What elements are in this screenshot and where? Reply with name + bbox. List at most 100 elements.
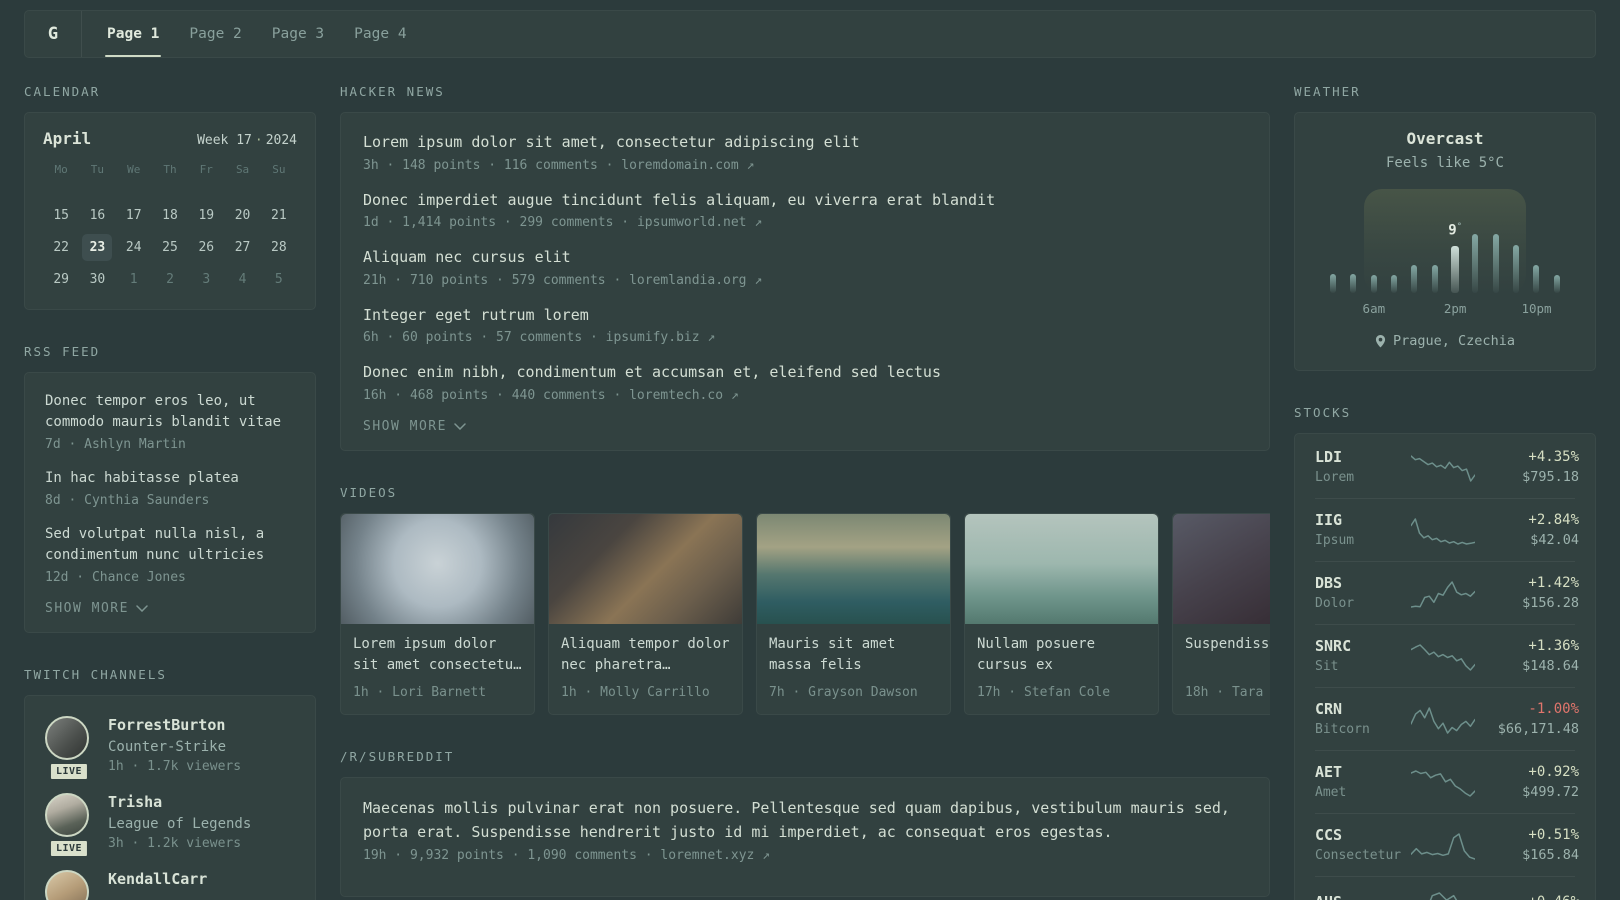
video-card[interactable]: Mauris sit amet massa felis 7h · Grayson…	[756, 512, 951, 715]
weather-location-text: Prague, Czechia	[1393, 333, 1515, 349]
weather-bar	[1411, 265, 1418, 293]
page-tab[interactable]: Page 1	[92, 11, 174, 57]
external-link-icon: ↗	[762, 847, 770, 863]
weather-section-label: WEATHER	[1294, 84, 1361, 99]
twitch-card: LIVE ForrestBurton Counter-Strike 1h · 1…	[24, 695, 316, 900]
calendar-day-number: 23	[82, 233, 113, 261]
stock-ticker[interactable]: DBS	[1315, 574, 1411, 592]
page-tab[interactable]: Page 3	[257, 11, 339, 57]
video-title[interactable]: Suspendisse diam	[1185, 634, 1270, 676]
stocks-card: LDI Lorem +4.35% $795.18 IIG Ipsum +2.84…	[1294, 433, 1596, 900]
twitch-channel-game: Counter-Strike	[108, 739, 227, 755]
stock-ticker[interactable]: LDI	[1315, 448, 1411, 466]
stock-change: +0.46%	[1475, 894, 1579, 900]
hackernews-item-domain-link[interactable]: loremlandia.org ↗	[629, 273, 762, 288]
avatar	[45, 716, 89, 760]
twitch-section-label: TWITCH CHANNELS	[24, 667, 167, 682]
stock-ticker[interactable]: IIG	[1315, 511, 1411, 529]
calendar-day-number: 5	[274, 271, 283, 287]
video-title[interactable]: Aliquam tempor dolor nec pharetra…	[561, 634, 730, 676]
rss-item-meta: 12d · Chance Jones	[45, 570, 186, 585]
hackernews-item: Donec imperdiet augue tincidunt felis al…	[363, 189, 1247, 231]
twitch-channel-row[interactable]: LIVE Trisha League of Legends 3h · 1.2k …	[45, 793, 295, 859]
twitch-channel-name[interactable]: KendallCarr	[108, 870, 207, 888]
page-tab[interactable]: Page 4	[339, 11, 421, 57]
twitch-avatar-wrap: LIVE	[45, 716, 93, 782]
stock-row: CRN Bitcorn -1.00% $66,171.48	[1315, 687, 1579, 750]
video-card[interactable]: Nullam posuere cursus ex 17h · Stefan Co…	[964, 512, 1159, 715]
hackernews-show-more-button[interactable]: SHOW MORE	[363, 419, 1247, 434]
map-pin-icon	[1375, 334, 1386, 348]
hackernews-item-domain: loremlandia.org	[629, 272, 747, 288]
hackernews-section-label: HACKER NEWS	[340, 84, 445, 99]
video-thumbnail	[341, 513, 534, 624]
twitch-channel-game: League of Legends	[108, 816, 252, 832]
video-title[interactable]: Mauris sit amet massa felis	[769, 634, 938, 676]
rss-item-title[interactable]: In hac habitasse platea	[45, 468, 295, 489]
twitch-channel-name[interactable]: Trisha	[108, 793, 251, 811]
twitch-channel-row[interactable]: LIVE ForrestBurton Counter-Strike 1h · 1…	[45, 716, 295, 782]
video-card[interactable]: Aliquam tempor dolor nec pharetra… 1h · …	[548, 512, 743, 715]
hackernews-item-title[interactable]: Donec enim nibh, condimentum et accumsan…	[363, 361, 1247, 384]
calendar-day: 29	[43, 263, 79, 295]
rss-show-more-button[interactable]: SHOW MORE	[45, 601, 295, 616]
stock-price: $42.04	[1530, 531, 1579, 548]
video-card[interactable]: Lorem ipsum dolor sit amet consectetu… 1…	[340, 512, 535, 715]
hackernews-item-domain-link[interactable]: loremtech.co ↗	[629, 388, 739, 403]
stock-symbol-block: AHS	[1315, 893, 1411, 900]
calendar-week: Week 17	[197, 133, 252, 148]
weather-bar-slot	[1547, 275, 1567, 293]
video-card[interactable]: Suspendisse diam 18h · Tara	[1172, 512, 1270, 715]
rss-widget: RSS FEED Donec tempor eros leo, ut commo…	[24, 344, 316, 633]
calendar-day: 26	[188, 231, 224, 263]
right-column: WEATHER Overcast Feels like 5°C 9° 6am 2p…	[1294, 58, 1596, 900]
page-tab[interactable]: Page 2	[174, 11, 256, 57]
hackernews-item-title[interactable]: Donec imperdiet augue tincidunt felis al…	[363, 189, 1247, 212]
rss-item-title[interactable]: Donec tempor eros leo, ut commodo mauris…	[45, 391, 295, 433]
hackernews-item-domain-link[interactable]: loremdomain.com ↗	[621, 158, 754, 173]
stock-ticker[interactable]: AET	[1315, 763, 1411, 781]
stock-ticker[interactable]: CRN	[1315, 700, 1411, 718]
app-logo[interactable]: G	[25, 11, 81, 57]
stock-price: $66,171.48	[1497, 720, 1579, 737]
weather-bar-slot	[1343, 274, 1363, 293]
subreddit-post-domain-link[interactable]: loremnet.xyz ↗	[660, 848, 770, 863]
subreddit-post-title[interactable]: Maecenas mollis pulvinar erat non posuer…	[363, 796, 1247, 844]
stock-ticker[interactable]: CCS	[1315, 826, 1411, 844]
stock-ticker[interactable]: AHS	[1315, 893, 1411, 900]
stock-name: Sit	[1315, 659, 1339, 674]
weather-bar	[1513, 245, 1520, 293]
twitch-channel-row[interactable]: LIVE KendallCarr	[45, 870, 295, 900]
rss-item-title[interactable]: Sed volutpat nulla nisl, a condimentum n…	[45, 524, 295, 566]
hackernews-item-title[interactable]: Integer eget rutrum lorem	[363, 304, 1247, 327]
hackernews-item-domain-link[interactable]: ipsumworld.net ↗	[637, 215, 762, 230]
weather-degree-icon: °	[1456, 222, 1463, 233]
rss-item-meta: 7d · Ashlyn Martin	[45, 437, 186, 452]
live-badge: LIVE	[47, 761, 91, 782]
subreddit-post-meta: 19h · 9,932 points · 1,090 comments · lo…	[363, 848, 1247, 863]
calendar-day-headers: Mo Tu We Th Fr Sa Su	[43, 163, 297, 184]
glance-dashboard: G Page 1 Page 2 Page 3 Page 4 CALENDAR A…	[0, 0, 1620, 900]
calendar-year: 2024	[265, 133, 297, 148]
twitch-channel-name[interactable]: ForrestBurton	[108, 716, 241, 734]
twitch-avatar-wrap: LIVE	[45, 870, 93, 900]
stock-change: +2.84%	[1528, 511, 1579, 528]
video-title[interactable]: Lorem ipsum dolor sit amet consectetu…	[353, 634, 522, 676]
hackernews-item-title[interactable]: Aliquam nec cursus elit	[363, 246, 1247, 269]
middle-column: HACKER NEWS Lorem ipsum dolor sit amet, …	[340, 58, 1270, 897]
twitch-channel-info: ForrestBurton Counter-Strike 1h · 1.7k v…	[108, 716, 241, 774]
stock-sparkline	[1411, 769, 1475, 797]
calendar-day: 21	[261, 199, 297, 231]
weather-time-labels: 6am 2pm 10pm	[1323, 301, 1567, 317]
hackernews-item: Integer eget rutrum lorem 6h · 60 points…	[363, 304, 1247, 346]
hackernews-item-domain-link[interactable]: ipsumify.biz ↗	[606, 330, 716, 345]
stock-row: IIG Ipsum +2.84% $42.04	[1315, 498, 1579, 561]
video-title[interactable]: Nullam posuere cursus ex	[977, 634, 1146, 676]
stock-change: -1.00%	[1528, 700, 1579, 717]
hackernews-item-title[interactable]: Lorem ipsum dolor sit amet, consectetur …	[363, 131, 1247, 154]
twitch-channel-meta: 1h · 1.7k viewers	[108, 759, 242, 774]
stock-ticker[interactable]: SNRC	[1315, 637, 1411, 655]
weather-bar-slot	[1384, 275, 1404, 293]
stock-symbol-block: CCS Consectetur	[1315, 826, 1411, 863]
rss-item-meta: 8d · Cynthia Saunders	[45, 493, 210, 508]
